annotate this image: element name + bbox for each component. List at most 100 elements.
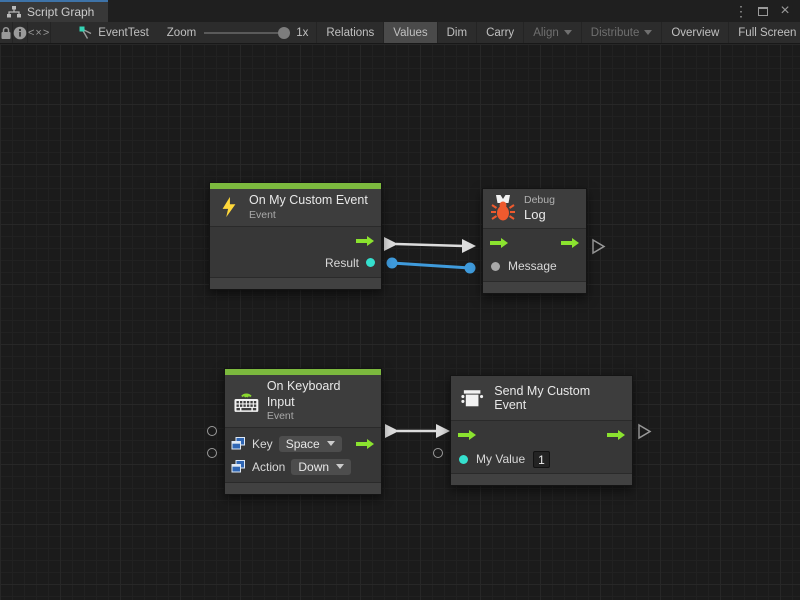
- bug-icon: [491, 195, 515, 222]
- chevron-down-icon: [336, 464, 344, 469]
- action-unconnected-port[interactable]: [207, 448, 217, 458]
- toolbar-toggle-buttons: Relations Values Dim Carry Align Distrib…: [316, 22, 800, 43]
- flow-input-port[interactable]: [489, 237, 509, 249]
- window-controls: ⋮ ×: [732, 0, 800, 22]
- control-wire-keyboard-to-send: [385, 424, 450, 438]
- fullscreen-label: Full Screen: [738, 27, 796, 39]
- node-debug-log[interactable]: Debug Log Message: [482, 188, 587, 294]
- send-output-indicator[interactable]: [639, 425, 650, 438]
- flow-output-port[interactable]: [560, 237, 580, 249]
- info-button[interactable]: [13, 22, 28, 43]
- lock-button[interactable]: [0, 22, 13, 43]
- unity-script-graph-window: Script Graph ⋮ × <×>: [0, 0, 800, 600]
- maximize-box-glyph: [758, 7, 768, 16]
- align-button[interactable]: Align: [523, 22, 581, 43]
- chevron-down-icon: [327, 441, 335, 446]
- action-port-label: Action: [252, 460, 285, 474]
- graph-hierarchy-icon: [7, 6, 21, 18]
- zoom-slider-handle[interactable]: [278, 27, 290, 39]
- result-port-label: Result: [325, 256, 359, 270]
- key-dropdown-value: Space: [286, 437, 320, 451]
- flow-output-port[interactable]: [355, 235, 375, 247]
- node-header: On Keyboard Input Event: [225, 375, 381, 427]
- node-subtitle: Event: [267, 410, 371, 423]
- graph-asset-icon: [79, 26, 93, 40]
- chevron-down-icon: [564, 30, 572, 35]
- zoom-value: 1x: [296, 27, 308, 39]
- key-port-label: Key: [252, 437, 273, 451]
- node-footer: [451, 473, 632, 485]
- my-value-input[interactable]: 1: [533, 451, 550, 468]
- flow-input-port[interactable]: [457, 429, 477, 441]
- node-on-keyboard-input[interactable]: On Keyboard Input Event Key Space: [224, 368, 382, 495]
- carry-label: Carry: [486, 27, 514, 39]
- fullscreen-button[interactable]: Full Screen: [728, 22, 800, 43]
- node-send-my-custom-event[interactable]: Send My Custom Event My Value 1: [450, 375, 633, 486]
- control-wire-event-to-log: [384, 237, 476, 253]
- code-toggle-icon: <×>: [28, 27, 50, 39]
- my-value-port[interactable]: [459, 455, 468, 464]
- flow-output-port[interactable]: [355, 438, 375, 450]
- tab-script-graph[interactable]: Script Graph: [0, 0, 108, 22]
- relations-button[interactable]: Relations: [316, 22, 383, 43]
- flow-output-port[interactable]: [606, 429, 626, 441]
- values-label: Values: [393, 27, 427, 39]
- node-header: On My Custom Event Event: [210, 189, 381, 226]
- distribute-label: Distribute: [591, 27, 640, 39]
- action-dropdown[interactable]: Down: [291, 459, 351, 475]
- overview-label: Overview: [671, 27, 719, 39]
- zoom-slider[interactable]: [204, 32, 288, 34]
- values-button[interactable]: Values: [383, 22, 436, 43]
- info-icon: [13, 26, 27, 40]
- node-title: Send My Custom Event: [494, 384, 622, 412]
- graph-breadcrumb[interactable]: EventTest: [69, 22, 159, 43]
- dim-label: Dim: [447, 27, 467, 39]
- node-subtitle: Event: [249, 209, 368, 222]
- node-category: Debug: [524, 194, 555, 207]
- value-wire-result-to-message: [387, 258, 476, 274]
- connection-layer: [0, 44, 800, 600]
- node-title: On My Custom Event: [249, 193, 368, 209]
- node-header: Send My Custom Event: [451, 376, 632, 420]
- my-value-unconnected-port[interactable]: [433, 448, 443, 458]
- graph-canvas[interactable]: On My Custom Event Event Result: [0, 44, 800, 600]
- node-title: On Keyboard Input: [267, 379, 371, 410]
- graph-name: EventTest: [98, 27, 149, 39]
- my-value-port-label: My Value: [476, 452, 525, 466]
- message-value-port[interactable]: [491, 262, 500, 271]
- lightning-bolt-icon: [218, 196, 240, 218]
- node-footer: [483, 281, 586, 293]
- align-label: Align: [533, 27, 559, 39]
- key-unconnected-port[interactable]: [207, 426, 217, 436]
- close-icon[interactable]: ×: [776, 2, 794, 20]
- keyboard-icon: [233, 390, 260, 413]
- action-dropdown-value: Down: [298, 460, 329, 474]
- overview-button[interactable]: Overview: [661, 22, 728, 43]
- carry-button[interactable]: Carry: [476, 22, 523, 43]
- distribute-button[interactable]: Distribute: [581, 22, 662, 43]
- node-on-my-custom-event[interactable]: On My Custom Event Event Result: [209, 182, 382, 290]
- enum-icon: [231, 460, 246, 473]
- chevron-down-icon: [644, 30, 652, 35]
- title-bar: Script Graph ⋮ ×: [0, 0, 800, 22]
- node-footer: [210, 277, 381, 289]
- relations-label: Relations: [326, 27, 374, 39]
- dim-button[interactable]: Dim: [437, 22, 476, 43]
- log-output-indicator[interactable]: [593, 240, 604, 253]
- enum-icon: [231, 437, 246, 450]
- zoom-control: Zoom 1x: [159, 22, 317, 43]
- custom-event-icon: [459, 386, 485, 411]
- code-preview-button[interactable]: <×>: [28, 22, 51, 43]
- key-dropdown[interactable]: Space: [279, 436, 342, 452]
- node-footer: [225, 482, 381, 494]
- message-port-label: Message: [508, 259, 557, 273]
- result-value-port[interactable]: [366, 258, 375, 267]
- tab-title: Script Graph: [27, 5, 94, 19]
- lock-icon: [0, 26, 12, 40]
- node-header: Debug Log: [483, 189, 586, 228]
- window-menu-icon[interactable]: ⋮: [732, 2, 750, 20]
- maximize-icon[interactable]: [754, 2, 772, 20]
- node-title: Log: [524, 207, 555, 223]
- zoom-label: Zoom: [167, 27, 196, 39]
- graph-toolbar: <×> EventTest Zoom 1x Relations Values D…: [0, 22, 800, 44]
